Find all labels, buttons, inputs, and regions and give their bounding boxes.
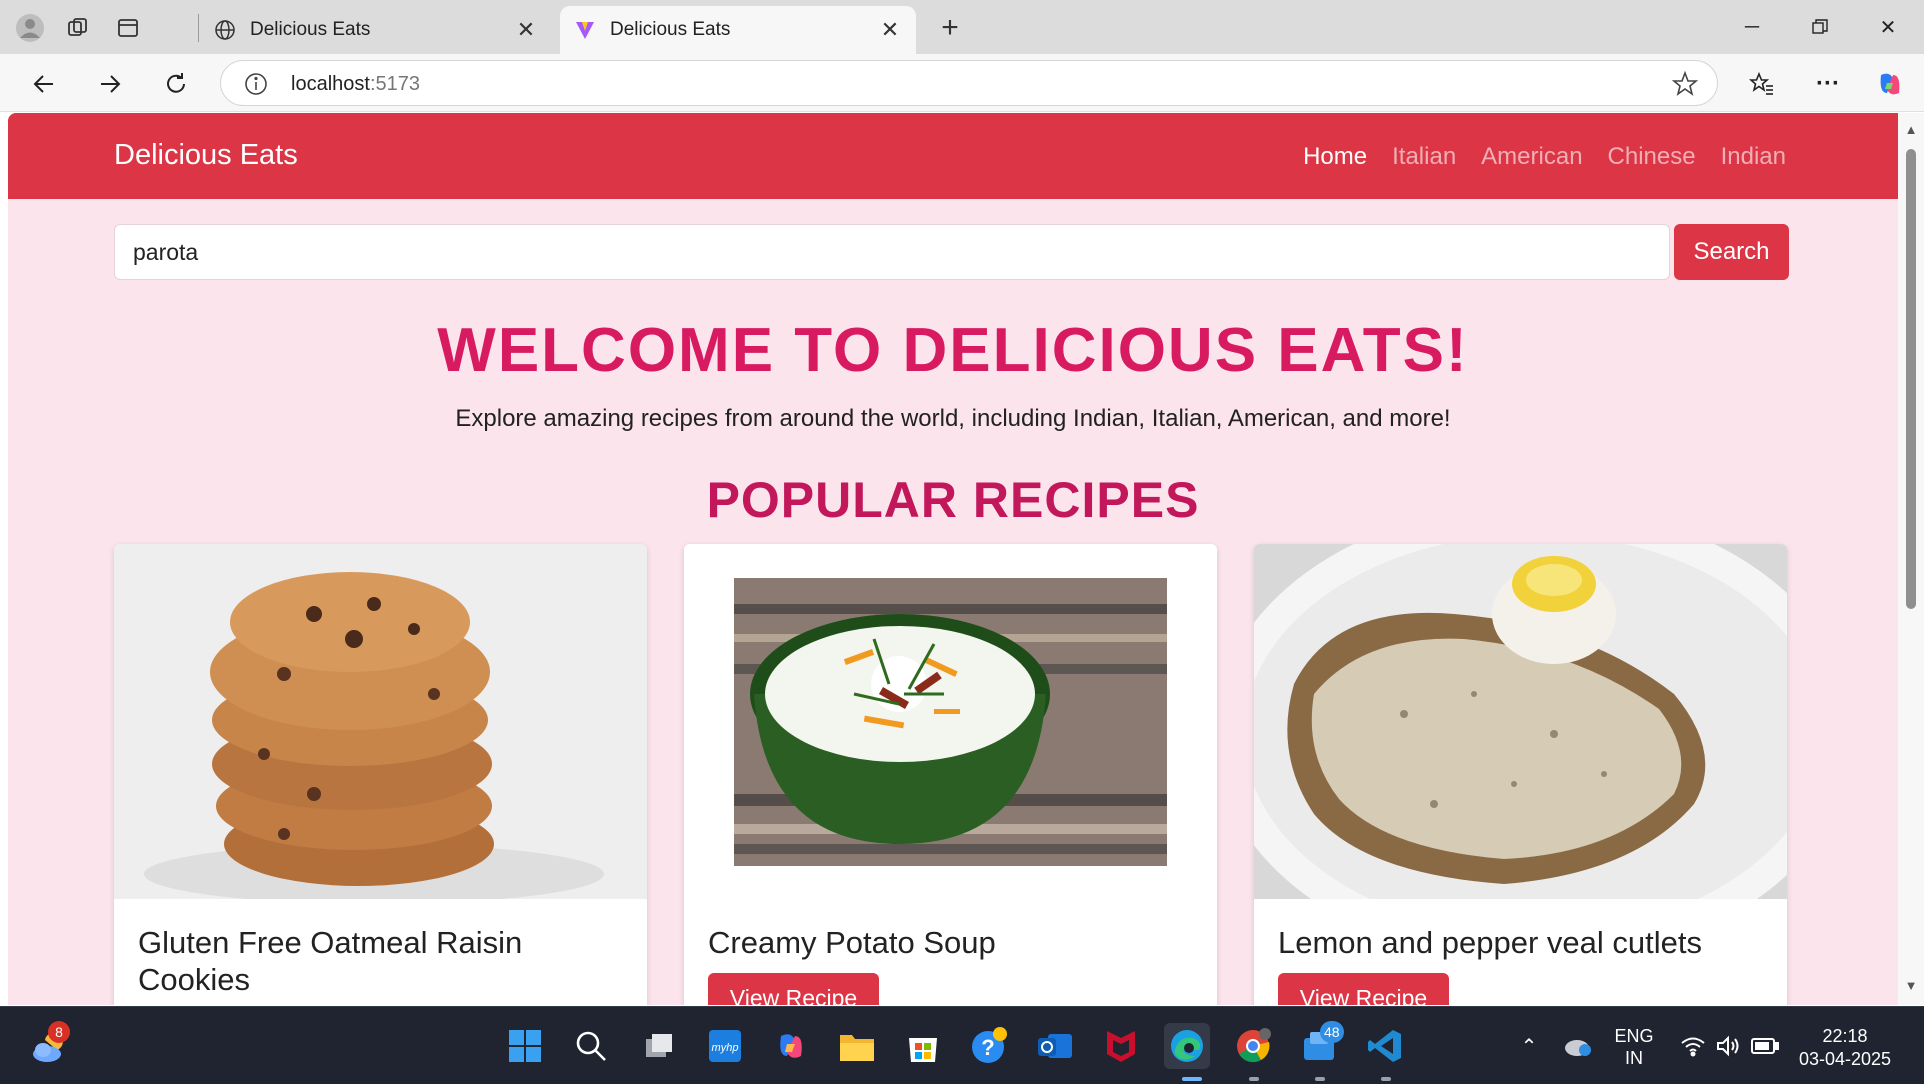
mcafee-icon[interactable] (1098, 1023, 1144, 1069)
nav-italian[interactable]: Italian (1392, 143, 1456, 171)
task-view-icon[interactable] (636, 1023, 682, 1069)
favorite-star-icon[interactable] (1671, 70, 1699, 98)
chrome-icon[interactable] (1230, 1023, 1276, 1069)
site-nav: Home Italian American Chinese Indian (1278, 143, 1786, 171)
browser-toolbar: localhost:5173 ··· (0, 54, 1924, 112)
recipe-search-input[interactable] (114, 224, 1670, 280)
restore-icon[interactable] (1790, 6, 1850, 48)
teams-running-indicator (1315, 1077, 1325, 1081)
recipe-card[interactable]: Creamy Potato Soup View Recipe (684, 544, 1217, 1005)
copilot-icon[interactable] (1870, 64, 1910, 104)
recipe-card[interactable]: Gluten Free Oatmeal Raisin Cookies (114, 544, 647, 1005)
language-indicator[interactable]: ENG IN (1606, 1025, 1662, 1069)
windows-taskbar: 8 myhp ? 48 ⌃ ENG IN 22:18 03-04-2025 (0, 1006, 1924, 1084)
nav-chinese[interactable]: Chinese (1608, 143, 1696, 171)
windows-start-icon[interactable] (502, 1023, 548, 1069)
address-bar[interactable]: localhost:5173 (220, 60, 1718, 106)
search-button[interactable]: Search (1674, 224, 1789, 280)
scrollbar-thumb[interactable] (1906, 149, 1916, 609)
refresh-icon[interactable] (156, 64, 196, 104)
forward-arrow-icon[interactable] (90, 64, 130, 104)
svg-text:?: ? (981, 1035, 994, 1060)
site-header: Delicious Eats Home Italian American Chi… (8, 113, 1898, 199)
workspaces-icon[interactable] (60, 10, 96, 46)
edge-icon[interactable] (1164, 1023, 1210, 1069)
favorites-icon[interactable] (1742, 64, 1782, 104)
onedrive-icon[interactable] (1556, 1023, 1602, 1069)
vscode-running-indicator (1381, 1077, 1391, 1081)
url-text: localhost:5173 (291, 73, 420, 95)
battery-icon[interactable] (1742, 1023, 1788, 1069)
minimize-icon[interactable]: ─ (1722, 6, 1782, 48)
file-explorer-icon[interactable] (834, 1023, 880, 1069)
potato-soup-photo[interactable] (684, 544, 1217, 899)
scroll-up-icon[interactable]: ▲ (1904, 123, 1918, 137)
tab-title: Delicious Eats (610, 19, 731, 40)
nav-american[interactable]: American (1481, 143, 1582, 171)
nav-home[interactable]: Home (1303, 143, 1367, 171)
recipe-card[interactable]: Lemon and pepper veal cutlets View Recip… (1254, 544, 1787, 1005)
veal-cutlet-photo[interactable] (1254, 544, 1787, 899)
hero-subtitle: Explore amazing recipes from around the … (455, 405, 1451, 432)
more-options-icon[interactable]: ··· (1808, 64, 1848, 104)
outlook-icon[interactable] (1032, 1023, 1078, 1069)
tab-title: Delicious Eats (250, 19, 371, 40)
page-viewport: Delicious Eats Home Italian American Chi… (8, 113, 1898, 1005)
svg-text:myhp: myhp (712, 1042, 739, 1054)
tab-delicious-eats-2[interactable]: Delicious Eats ✕ (560, 6, 916, 54)
tab-delicious-eats-1[interactable]: Delicious Eats ✕ (200, 6, 552, 54)
profile-avatar-icon[interactable] (12, 10, 48, 46)
scroll-down-icon[interactable]: ▼ (1904, 979, 1918, 993)
vertical-tabs-icon[interactable] (110, 10, 146, 46)
view-recipe-button[interactable]: View Recipe (1278, 973, 1449, 1005)
clock[interactable]: 22:18 03-04-2025 (1790, 1025, 1900, 1071)
nav-indian[interactable]: Indian (1721, 143, 1786, 171)
get-help-icon[interactable]: ? (966, 1023, 1012, 1069)
tab-separator (198, 14, 199, 42)
vscode-icon[interactable] (1362, 1023, 1408, 1069)
new-tab-icon[interactable]: + (932, 10, 968, 46)
edge-running-indicator (1182, 1077, 1202, 1081)
back-arrow-icon[interactable] (24, 64, 64, 104)
chrome-running-indicator (1249, 1077, 1259, 1081)
window-close-icon[interactable]: ✕ (1858, 6, 1918, 48)
popular-recipes-heading: POPULAR RECIPES (706, 472, 1200, 528)
teams-badge: 48 (1320, 1021, 1344, 1043)
close-icon[interactable]: ✕ (878, 17, 902, 43)
recipe-title: Creamy Potato Soup (708, 925, 996, 960)
site-brand[interactable]: Delicious Eats (114, 139, 298, 172)
cookie-stack-photo[interactable] (114, 544, 647, 899)
hero-title: WELCOME TO DELICIOUS EATS! (437, 316, 1469, 385)
site-info-icon[interactable] (243, 71, 269, 97)
show-hidden-icons-icon[interactable]: ⌃ (1506, 1023, 1552, 1069)
view-recipe-button[interactable]: View Recipe (708, 973, 879, 1005)
copilot-taskbar-icon[interactable] (768, 1023, 814, 1069)
myhp-icon[interactable]: myhp (702, 1023, 748, 1069)
microsoft-store-icon[interactable] (900, 1023, 946, 1069)
search-icon[interactable] (568, 1023, 614, 1069)
recipe-title: Lemon and pepper veal cutlets (1278, 925, 1702, 960)
globe-icon (215, 20, 235, 40)
browser-tab-strip: Delicious Eats ✕ Delicious Eats ✕ + ─ ✕ (0, 0, 1924, 54)
page-scrollbar[interactable]: ▲ ▼ (1898, 113, 1924, 1005)
close-icon[interactable]: ✕ (514, 17, 538, 43)
weather-badge: 8 (48, 1021, 70, 1043)
vite-logo-icon (576, 22, 594, 39)
recipe-title: Gluten Free Oatmeal Raisin Cookies (138, 925, 523, 997)
